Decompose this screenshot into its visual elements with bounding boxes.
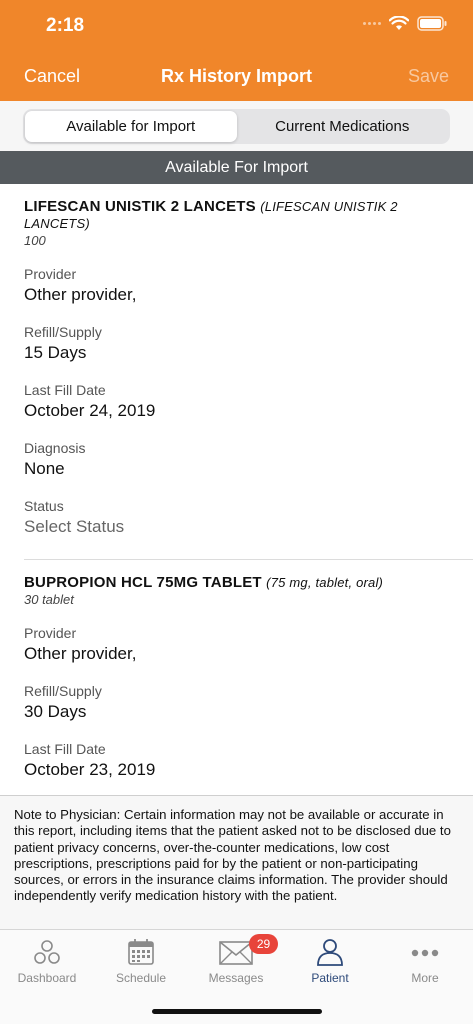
- status-icons: [363, 16, 447, 31]
- last-fill-date-field[interactable]: Last Fill Date October 24, 2019: [24, 382, 449, 422]
- field-value: Other provider,: [24, 644, 137, 663]
- person-icon: [315, 936, 345, 968]
- field-value: Other provider,: [24, 285, 137, 304]
- medication-quantity: 100: [24, 233, 46, 248]
- tab-label: Messages: [208, 971, 264, 985]
- medication-title: LIFESCAN UNISTIK 2 LANCETS (LIFESCAN UNI…: [24, 198, 449, 232]
- provider-field[interactable]: Provider Other provider,: [24, 266, 449, 306]
- field-label: Refill/Supply: [24, 683, 102, 699]
- field-value: 30 Days: [24, 702, 87, 721]
- field-value: None: [24, 459, 65, 478]
- nav-header: 2:18 Cancel Rx History Import Save: [0, 0, 473, 101]
- field-label: Refill/Supply: [24, 324, 102, 340]
- tab-schedule[interactable]: Schedule: [94, 936, 188, 992]
- field-label: Last Fill Date: [24, 382, 106, 398]
- field-value: October 23, 2019: [24, 760, 156, 779]
- tab-label: Dashboard: [17, 971, 77, 985]
- segment-bar: Available for Import Current Medications: [0, 101, 473, 151]
- medication-item[interactable]: BUPROPION HCL 75MG TABLET (75 mg, tablet…: [0, 560, 473, 781]
- section-header: Available For Import: [0, 151, 473, 184]
- status-time: 2:18: [46, 15, 85, 36]
- tab-label: Schedule: [115, 971, 167, 985]
- refill-supply-field[interactable]: Refill/Supply 30 Days: [24, 683, 449, 723]
- tab-label: Patient: [311, 971, 349, 985]
- field-label: Provider: [24, 266, 77, 282]
- medication-name: BUPROPION HCL 75MG TABLET: [24, 574, 262, 591]
- status-select[interactable]: Select Status: [24, 516, 449, 538]
- calendar-icon: [126, 936, 156, 968]
- field-label: Provider: [24, 625, 77, 641]
- signal-icon: [363, 22, 381, 25]
- segmented-control: Available for Import Current Medications: [23, 109, 450, 144]
- medication-list[interactable]: LIFESCAN UNISTIK 2 LANCETS (LIFESCAN UNI…: [0, 184, 473, 795]
- field-label: Last Fill Date: [24, 741, 106, 757]
- segment-available-for-import[interactable]: Available for Import: [25, 111, 237, 142]
- tab-messages[interactable]: 29 Messages: [189, 934, 283, 992]
- diagnosis-field[interactable]: Diagnosis None: [24, 440, 449, 480]
- medication-quantity: 30 tablet: [24, 592, 74, 607]
- tab-more[interactable]: More: [378, 936, 472, 992]
- unread-badge: 29: [249, 934, 278, 954]
- medication-item[interactable]: LIFESCAN UNISTIK 2 LANCETS (LIFESCAN UNI…: [0, 184, 473, 538]
- save-button[interactable]: Save: [408, 66, 449, 87]
- tab-label: More: [411, 971, 439, 985]
- tab-patient[interactable]: Patient: [283, 936, 377, 992]
- field-value: October 24, 2019: [24, 401, 156, 420]
- battery-icon: [417, 16, 447, 31]
- medication-name: LIFESCAN UNISTIK 2 LANCETS: [24, 198, 256, 215]
- tab-dashboard[interactable]: Dashboard: [0, 936, 94, 992]
- provider-field[interactable]: Provider Other provider,: [24, 625, 449, 665]
- wifi-icon: [389, 16, 409, 30]
- cancel-button[interactable]: Cancel: [24, 66, 80, 87]
- envelope-icon: 29: [219, 934, 278, 968]
- field-label: Status: [24, 498, 64, 514]
- last-fill-date-field[interactable]: Last Fill Date October 23, 2019: [24, 741, 449, 781]
- dashboard-icon: [32, 936, 62, 968]
- medication-detail: (75 mg, tablet, oral): [266, 575, 384, 590]
- status-field[interactable]: Status Select Status: [24, 498, 449, 538]
- home-indicator[interactable]: [152, 1009, 322, 1014]
- field-label: Diagnosis: [24, 440, 86, 456]
- more-dots-icon: [410, 936, 440, 968]
- medication-title: BUPROPION HCL 75MG TABLET (75 mg, tablet…: [24, 574, 449, 591]
- segment-current-medications[interactable]: Current Medications: [237, 111, 449, 142]
- field-value: 15 Days: [24, 343, 87, 362]
- physician-note: Note to Physician: Certain information m…: [0, 795, 473, 929]
- refill-supply-field[interactable]: Refill/Supply 15 Days: [24, 324, 449, 364]
